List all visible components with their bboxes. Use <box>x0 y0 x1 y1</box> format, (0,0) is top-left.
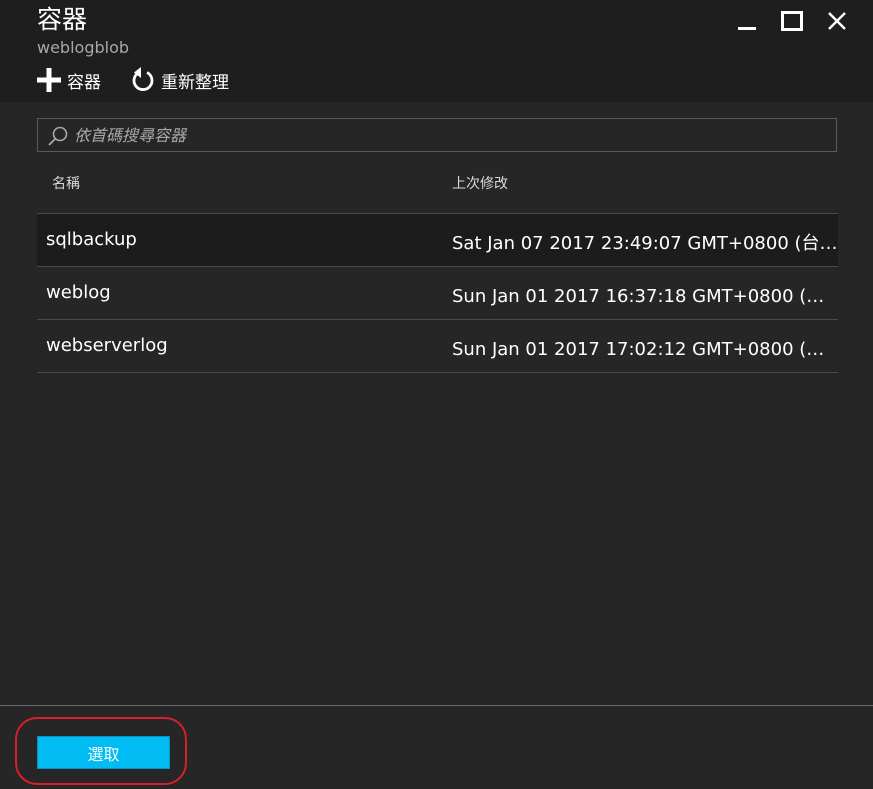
command-bar: 容器 重新整理 <box>37 66 229 94</box>
blade-header: 容器 weblogblob 容器 重新整理 <box>0 0 873 102</box>
container-list: sqlbackup Sat Jan 07 2017 23:49:07 GMT+0… <box>37 213 838 373</box>
refresh-label: 重新整理 <box>161 72 229 93</box>
column-header-modified[interactable]: 上次修改 <box>452 173 508 193</box>
footer-divider <box>0 705 873 706</box>
search-input[interactable] <box>74 119 824 151</box>
add-container-button[interactable]: 容器 <box>37 68 101 93</box>
table-row[interactable]: sqlbackup Sat Jan 07 2017 23:49:07 GMT+0… <box>37 213 838 266</box>
table-row[interactable]: weblog Sun Jan 01 2017 16:37:18 GMT+0800… <box>37 266 838 319</box>
close-icon <box>827 12 846 30</box>
container-name: webserverlog <box>46 335 168 356</box>
blade-title: 容器 <box>37 5 88 34</box>
maximize-button[interactable] <box>769 10 814 32</box>
minimize-button[interactable] <box>724 10 769 32</box>
window-controls <box>724 10 859 32</box>
maximize-icon <box>780 11 803 31</box>
add-container-label: 容器 <box>67 72 101 93</box>
blade-subtitle: weblogblob <box>37 38 130 57</box>
container-modified: Sat Jan 07 2017 23:49:07 GMT+0800 (台北標準時… <box>452 233 838 254</box>
container-name: weblog <box>46 282 111 303</box>
refresh-button[interactable]: 重新整理 <box>131 67 229 93</box>
refresh-icon <box>131 67 155 93</box>
container-modified: Sun Jan 01 2017 16:37:18 GMT+0800 (台北標準時… <box>452 286 838 307</box>
search-box <box>37 118 837 152</box>
close-button[interactable] <box>814 10 859 32</box>
column-header-name[interactable]: 名稱 <box>52 173 80 193</box>
container-modified: Sun Jan 01 2017 17:02:12 GMT+0800 (台北標準時… <box>452 339 838 360</box>
table-row[interactable]: webserverlog Sun Jan 01 2017 17:02:12 GM… <box>37 319 838 373</box>
search-icon <box>47 125 69 151</box>
plus-icon <box>37 68 61 92</box>
minimize-icon <box>737 27 756 30</box>
select-button[interactable]: 選取 <box>37 736 170 769</box>
container-name: sqlbackup <box>46 229 137 250</box>
